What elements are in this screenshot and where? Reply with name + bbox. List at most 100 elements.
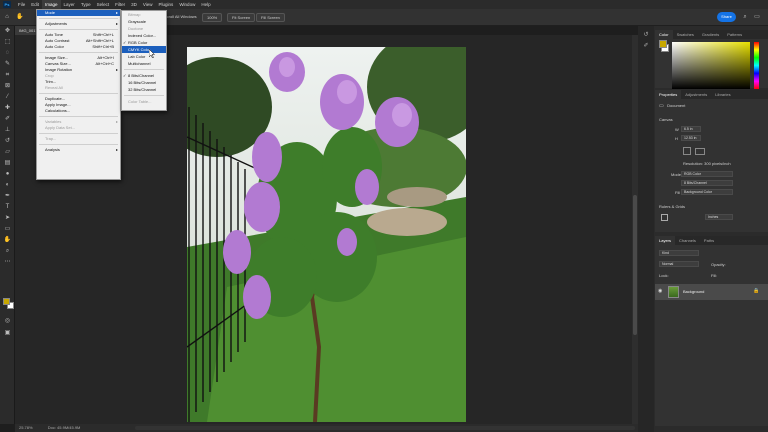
mode-menu-item-cmyk-color[interactable]: CMYK Color [122, 46, 166, 53]
photoshop-logo-icon[interactable]: Ps [3, 1, 11, 8]
tab-adjustments[interactable]: Adjustments [681, 90, 711, 99]
color-swatches[interactable] [3, 298, 15, 310]
lilac-photo[interactable] [187, 47, 466, 422]
menu-help[interactable]: Help [198, 0, 213, 9]
portrait-orientation-icon[interactable] [683, 147, 691, 155]
dodge-tool-icon[interactable]: ◐ [0, 180, 15, 191]
tab-color[interactable]: Color [655, 30, 673, 39]
zoom-tool-icon[interactable]: ⌕ [0, 246, 15, 257]
height-field[interactable]: 12.53 in [681, 135, 701, 141]
menu-3d[interactable]: 3D [128, 0, 140, 9]
layer-row-background[interactable]: ◉ Background 🔒 [655, 284, 768, 300]
layer-kind-filter[interactable]: Kind [659, 250, 699, 256]
image-menu-item-analysis[interactable]: Analysis ▸ [37, 147, 120, 153]
mode-dropdown[interactable]: RGB Color [681, 171, 733, 177]
quick-select-tool-icon[interactable]: ✎ [0, 59, 15, 70]
pen-tool-icon[interactable]: ✒ [0, 191, 15, 202]
crop-tool-icon[interactable]: ⌗ [0, 70, 15, 81]
tab-channels[interactable]: Channels [675, 236, 700, 245]
tab-patterns[interactable]: Patterns [723, 30, 746, 39]
menu-edit[interactable]: Edit [28, 0, 42, 9]
home-icon[interactable]: ⌂ [3, 13, 11, 21]
fill-screen-button[interactable]: Fill Screen [256, 13, 285, 22]
image-menu-item-auto-color[interactable]: Auto Color Shift+Ctrl+B [37, 44, 120, 50]
visibility-eye-icon[interactable]: ◉ [658, 288, 662, 294]
image-menu-item-mode[interactable]: Mode ▸ [37, 10, 120, 16]
menu-item-label: Reveal All [45, 85, 63, 90]
history-panel-icon[interactable]: ↺ [638, 30, 654, 41]
image-menu-item-calculations[interactable]: Calculations... [37, 108, 120, 114]
horizontal-scrollbar[interactable] [135, 426, 635, 430]
search-icon[interactable]: ⌕ [741, 13, 749, 21]
brush-settings-icon[interactable]: ✐ [638, 41, 654, 52]
marquee-tool-icon[interactable]: ⬚ [0, 37, 15, 48]
tab-paths[interactable]: Paths [700, 236, 718, 245]
zoom-100-button[interactable]: 100% [202, 13, 223, 22]
mode-menu-item-32-bits-channel[interactable]: 32 Bits/Channel [122, 86, 166, 93]
blend-mode-dropdown[interactable]: Normal [659, 261, 699, 267]
move-tool-icon[interactable]: ✥ [0, 26, 15, 37]
tab-properties[interactable]: Properties [655, 90, 682, 99]
mode-menu-item-16-bits-channel[interactable]: 16 Bits/Channel [122, 79, 166, 86]
mode-menu-item-8-bits-channel[interactable]: ✓ 8 Bits/Channel [122, 72, 166, 79]
frame-tool-icon[interactable]: ⊠ [0, 81, 15, 92]
gradient-tool-icon[interactable]: ▤ [0, 158, 15, 169]
tab-gradients[interactable]: Gradients [698, 30, 723, 39]
lasso-tool-icon[interactable]: ◌ [0, 48, 15, 59]
bit-depth-dropdown[interactable]: 8 Bits/Channel [681, 180, 733, 186]
mode-menu-item-indexed-color[interactable]: Indexed Color... [122, 32, 166, 39]
healing-brush-tool-icon[interactable]: ✚ [0, 103, 15, 114]
menu-layer[interactable]: Layer [61, 0, 78, 9]
mode-menu-item-rgb-color[interactable]: ✓ RGB Color [122, 39, 166, 46]
menu-item-label: Auto Contrast [45, 38, 70, 43]
clone-stamp-tool-icon[interactable]: ⊥ [0, 125, 15, 136]
rectangle-tool-icon[interactable]: ▭ [0, 224, 15, 235]
type-tool-icon[interactable]: T [0, 202, 15, 213]
image-menu-item-adjustments[interactable]: Adjustments ▸ [37, 21, 120, 27]
path-selection-tool-icon[interactable]: ➤ [0, 213, 15, 224]
status-zoom[interactable]: 25.78% [19, 425, 33, 430]
mode-menu-item-lab-color[interactable]: Lab Color [122, 53, 166, 60]
tab-libraries[interactable]: Libraries [711, 90, 734, 99]
mode-menu-item-multichannel[interactable]: Multichannel [122, 60, 166, 67]
mode-menu-item-grayscale[interactable]: Grayscale [122, 18, 166, 25]
eyedropper-tool-icon[interactable]: ⁄ [0, 92, 15, 103]
color-picker-field[interactable] [672, 42, 750, 89]
eraser-tool-icon[interactable]: ▱ [0, 147, 15, 158]
menu-select[interactable]: Select [94, 0, 113, 9]
ruler-icon[interactable] [661, 214, 668, 221]
history-brush-tool-icon[interactable]: ↺ [0, 136, 15, 147]
mode-label: Mode [671, 172, 682, 177]
quick-mask-icon[interactable]: ◎ [0, 316, 15, 327]
menu-plugins[interactable]: Plugins [156, 0, 177, 9]
units-dropdown[interactable]: Inches [705, 214, 733, 220]
vertical-scroll-thumb[interactable] [633, 195, 637, 335]
share-button[interactable]: Share [717, 12, 736, 22]
foreground-color-swatch[interactable] [3, 298, 10, 305]
workspace-icon[interactable]: ▭ [753, 13, 761, 21]
fit-screen-button[interactable]: Fit Screen [227, 13, 256, 22]
tab-swatches[interactable]: Swatches [673, 30, 698, 39]
panel-foreground-swatch[interactable] [659, 40, 667, 48]
menu-filter[interactable]: Filter [112, 0, 128, 9]
screen-mode-icon[interactable]: ▣ [0, 328, 15, 339]
menu-window[interactable]: Window [176, 0, 198, 9]
image-menu-item-reveal-all: Reveal All [37, 85, 120, 91]
lock-icon: 🔒 [753, 288, 760, 294]
menu-view[interactable]: View [140, 0, 156, 9]
layer-name: Background [683, 289, 705, 294]
hand-tool-icon[interactable]: ✋ [16, 13, 24, 21]
menu-type[interactable]: Type [78, 0, 94, 9]
tab-layers[interactable]: Layers [655, 236, 676, 245]
fill-dropdown[interactable]: Background Color [681, 189, 733, 195]
brush-tool-icon[interactable]: ✐ [0, 114, 15, 125]
canvas-section-title: Canvas [659, 117, 673, 122]
hand-tool-sidebar-icon[interactable]: ✋ [0, 235, 15, 246]
landscape-orientation-icon[interactable] [695, 148, 705, 155]
more-tools-icon[interactable]: ⋯ [0, 257, 15, 268]
width-field[interactable]: 6.5 in [681, 126, 701, 132]
blur-tool-icon[interactable]: ● [0, 169, 15, 180]
hue-slider[interactable] [754, 42, 759, 89]
menu-file[interactable]: File [15, 0, 28, 9]
menu-image[interactable]: Image [42, 0, 61, 9]
